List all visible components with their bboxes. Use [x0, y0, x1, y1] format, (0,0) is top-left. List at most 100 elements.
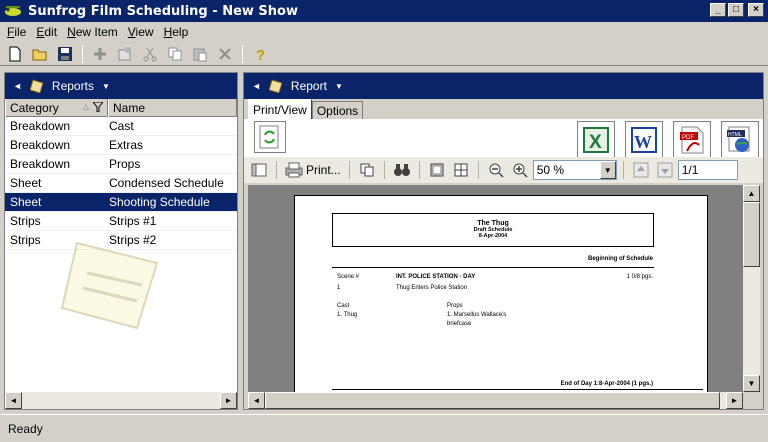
zoom-out-icon[interactable] [485, 159, 507, 181]
scene-heading: INT. POLICE STATION - DAY [396, 274, 476, 280]
row-category: Sheet [10, 195, 42, 209]
report-icon [268, 79, 283, 93]
viewer-horizontal-scrollbar[interactable]: ◄ ► [248, 392, 743, 409]
chevron-down-icon[interactable]: ▼ [102, 82, 110, 91]
report-section: Beginning of Schedule [587, 256, 653, 262]
menu-file[interactable]: File [2, 25, 31, 39]
scene-number: 1 [337, 285, 341, 291]
zoom-in-icon[interactable] [509, 159, 531, 181]
viewer-vertical-scrollbar[interactable]: ▲ ▼ [743, 185, 760, 392]
column-header-name[interactable]: Name [108, 99, 237, 117]
print-button[interactable]: Print... [283, 159, 343, 181]
export-pdf-button[interactable]: PDF [673, 121, 711, 159]
toolbar-separator [82, 44, 83, 63]
row-name: Extras [109, 138, 144, 152]
new-file-icon[interactable] [4, 43, 26, 65]
row-name: Cast [109, 119, 134, 133]
reports-header[interactable]: ◄ Reports ▼ [5, 73, 237, 99]
excel-icon: X [583, 127, 609, 153]
table-row[interactable]: Sheet Condensed Schedule [5, 174, 237, 193]
export-html-button[interactable]: HTML [721, 121, 759, 159]
svg-text:W: W [634, 132, 652, 152]
viewer-toolbar: Print... 50 % ▼ 1/1 [244, 157, 763, 183]
table-row[interactable]: Breakdown Cast [5, 117, 237, 136]
next-page-icon[interactable] [654, 159, 676, 181]
print-label: Print... [306, 163, 341, 177]
save-icon[interactable] [54, 43, 76, 65]
toggle-tree-icon[interactable] [248, 159, 270, 181]
divider [332, 389, 703, 390]
scroll-left-icon[interactable]: ◄ [5, 392, 22, 409]
scroll-down-icon[interactable]: ▼ [743, 375, 760, 392]
close-button[interactable]: × [748, 3, 764, 17]
column-header-category[interactable]: Category △ [5, 99, 108, 117]
chevron-down-icon[interactable]: ▼ [335, 82, 343, 91]
menu-new-item[interactable]: New Item [62, 25, 123, 39]
menu-view[interactable]: View [123, 25, 159, 39]
export-word-button[interactable]: W [625, 121, 663, 159]
scroll-thumb[interactable] [265, 392, 720, 409]
chevron-down-icon[interactable]: ▼ [599, 161, 616, 179]
find-binoculars-icon[interactable] [391, 159, 413, 181]
reports-pane: ◄ Reports ▼ Category △ Name Breakdown Cas… [4, 72, 238, 410]
cut-icon[interactable] [139, 43, 161, 65]
add-icon[interactable] [89, 43, 111, 65]
row-category: Sheet [10, 176, 42, 190]
toolbar-separator [477, 161, 479, 179]
reports-header-label: Reports [51, 79, 94, 93]
left-horizontal-scrollbar[interactable]: ◄ ► [5, 392, 237, 409]
zoom-select[interactable]: 50 % ▼ [532, 160, 617, 180]
scroll-left-icon[interactable]: ◄ [248, 392, 265, 409]
scroll-right-icon[interactable]: ► [726, 392, 743, 409]
scene-pages: 1 0/8 pgs. [626, 274, 653, 280]
open-folder-icon[interactable] [29, 43, 51, 65]
toolbar-separator [383, 161, 385, 179]
toolbar-separator [418, 161, 420, 179]
main-toolbar: ? [0, 42, 768, 66]
copy-icon[interactable] [356, 159, 378, 181]
prev-page-icon[interactable] [630, 159, 652, 181]
tab-print-view[interactable]: Print/View [248, 99, 312, 119]
paste-icon[interactable] [189, 43, 211, 65]
cast-value: 1. Thug [337, 312, 358, 318]
filter-icon[interactable] [93, 102, 103, 112]
report-header-label: Report [290, 79, 327, 93]
menu-bar: File Edit New Item View Help [0, 22, 768, 42]
refresh-button[interactable] [254, 121, 286, 153]
maximize-button[interactable]: □ [728, 3, 744, 17]
table-row[interactable]: Breakdown Props [5, 155, 237, 174]
properties-icon[interactable] [114, 43, 136, 65]
copy-icon[interactable] [164, 43, 186, 65]
report-header[interactable]: ◄ Report ▼ [244, 73, 763, 99]
title-bar: Sunfrog Film Scheduling - New Show _ □ × [0, 0, 768, 22]
help-icon[interactable]: ? [249, 43, 271, 65]
divider [332, 267, 654, 268]
minimize-button[interactable]: _ [710, 3, 726, 17]
reports-icon [29, 79, 44, 93]
export-excel-button[interactable]: X [577, 121, 615, 159]
menu-edit[interactable]: Edit [31, 25, 62, 39]
props-label: Props [447, 303, 463, 309]
table-row[interactable]: Sheet Shooting Schedule [5, 193, 237, 212]
status-bar: Ready [0, 414, 768, 442]
scroll-up-icon[interactable]: ▲ [743, 185, 760, 202]
scroll-right-icon[interactable]: ► [220, 392, 237, 409]
row-category: Breakdown [10, 138, 71, 152]
single-page-icon[interactable] [426, 159, 448, 181]
watermark-report-icon [60, 241, 159, 330]
report-title-box: The Thug Draft Schedule 8-Apr-2004 [332, 213, 654, 247]
collapse-arrow-icon[interactable]: ◄ [252, 81, 261, 91]
delete-icon[interactable] [214, 43, 236, 65]
report-title: The Thug [477, 220, 509, 227]
end-of-day: End of Day 1:8-Apr-2004 (1 pgs.) [560, 381, 653, 387]
row-name: Props [109, 157, 141, 171]
toolbar-separator [348, 161, 350, 179]
page-number-input[interactable]: 1/1 [677, 160, 738, 180]
tab-options[interactable]: Options [311, 101, 364, 119]
multi-page-icon[interactable] [450, 159, 472, 181]
scroll-thumb[interactable] [743, 202, 760, 267]
toolbar-separator [622, 161, 624, 179]
table-row[interactable]: Breakdown Extras [5, 136, 237, 155]
collapse-arrow-icon[interactable]: ◄ [13, 81, 22, 91]
menu-help[interactable]: Help [159, 25, 194, 39]
